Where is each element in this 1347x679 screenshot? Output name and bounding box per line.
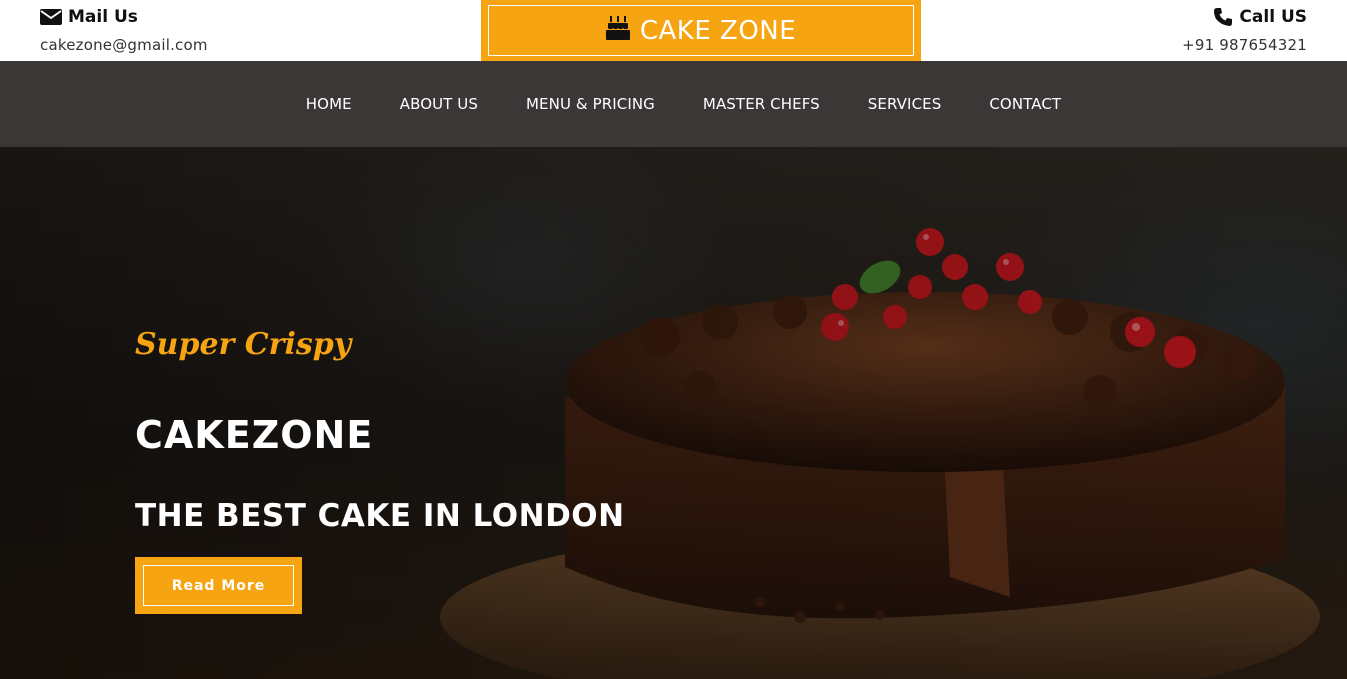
call-title-row: Call US [1182,6,1307,28]
hero-banner: Super Crispy CAKEZONE THE BEST CAKE IN L… [0,147,1347,679]
top-bar: Mail Us cakezone@gmail.com CAKE ZONE Cal… [0,0,1347,61]
hero-title: CAKEZONE [135,413,374,457]
mail-title-row: Mail Us [40,6,208,28]
brand-logo[interactable]: CAKE ZONE [481,0,921,61]
main-nav: HOME ABOUT US MENU & PRICING MASTER CHEF… [0,61,1347,147]
call-title: Call US [1239,7,1307,27]
birthday-cake-icon [605,15,630,46]
hero-subtitle: THE BEST CAKE IN LONDON [135,498,625,534]
mail-title: Mail Us [68,7,138,27]
nav-item-contact[interactable]: CONTACT [989,95,1061,113]
read-more-button[interactable]: Read More [135,557,302,614]
brand-name: CAKE ZONE [639,15,797,46]
mail-contact: Mail Us cakezone@gmail.com [40,6,208,54]
nav-item-master-chefs[interactable]: MASTER CHEFS [703,95,820,113]
read-more-label: Read More [143,565,294,606]
phone-number[interactable]: +91 987654321 [1182,36,1307,54]
nav-item-about-us[interactable]: ABOUT US [400,95,478,113]
nav-item-services[interactable]: SERVICES [868,95,942,113]
nav-item-home[interactable]: HOME [306,95,352,113]
nav-item-menu-pricing[interactable]: MENU & PRICING [526,95,655,113]
envelope-icon [40,9,62,25]
phone-icon [1213,7,1233,27]
brand-logo-frame: CAKE ZONE [488,5,914,56]
hero-tagline: Super Crispy [135,327,352,362]
mail-address[interactable]: cakezone@gmail.com [40,36,208,54]
call-contact: Call US +91 987654321 [1182,6,1307,54]
